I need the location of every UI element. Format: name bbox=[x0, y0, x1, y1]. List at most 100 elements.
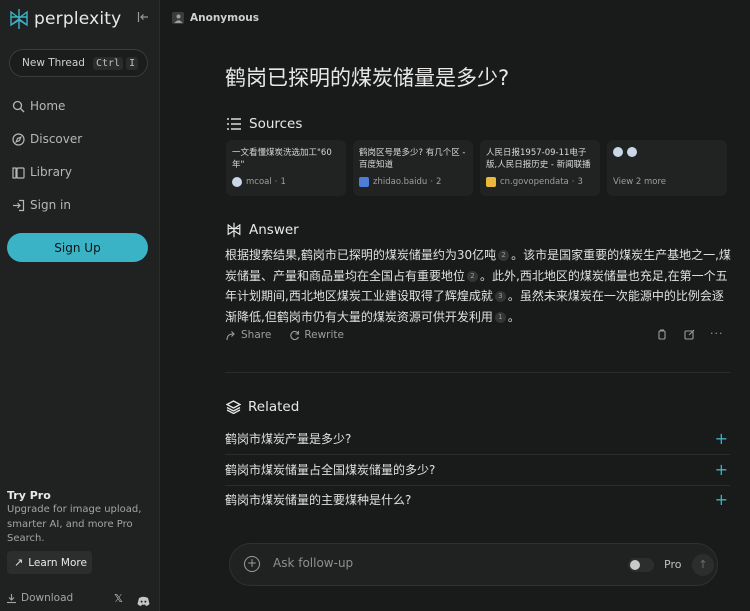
logo[interactable]: perplexity bbox=[9, 8, 121, 30]
send-button[interactable]: ↑ bbox=[692, 554, 714, 576]
source-index: 3 bbox=[577, 177, 583, 187]
favicon-icon bbox=[627, 147, 637, 157]
view-more-label: View 2 more bbox=[613, 177, 667, 187]
related-heading-label: Related bbox=[248, 399, 300, 415]
shortcut-key-ctrl: Ctrl bbox=[92, 56, 124, 70]
compass-icon bbox=[12, 132, 25, 146]
edit-icon[interactable] bbox=[684, 329, 695, 343]
sidebar-item-label: Library bbox=[30, 165, 72, 179]
source-card[interactable]: 人民日报1957-09-11电子版,人民日报历史 - 新闻联播 cn.govop… bbox=[480, 140, 600, 196]
favicon-icon bbox=[359, 177, 369, 187]
sidebar-item-home[interactable]: Home bbox=[12, 99, 65, 113]
answer-segment: 。 bbox=[507, 309, 520, 324]
answer-heading: Answer bbox=[226, 222, 299, 238]
rewrite-button[interactable]: Rewrite bbox=[289, 329, 344, 341]
pro-toggle[interactable] bbox=[628, 558, 654, 572]
pro-label: Pro bbox=[664, 558, 682, 571]
source-footer: zhidao.baidu · 2 bbox=[359, 177, 441, 187]
try-pro-description: Upgrade for image upload, smarter AI, an… bbox=[7, 504, 142, 544]
thread-title: 鹤岗已探明的煤炭储量是多少? bbox=[225, 66, 510, 90]
source-footer: cn.govopendata · 3 bbox=[486, 177, 583, 187]
sidebar-item-sign-in[interactable]: Sign in bbox=[12, 198, 71, 212]
source-index: 1 bbox=[280, 177, 286, 187]
user-badge[interactable]: Anonymous bbox=[172, 12, 259, 24]
sidebar-item-discover[interactable]: Discover bbox=[12, 132, 82, 146]
x-twitter-icon[interactable]: 𝕏 bbox=[114, 592, 123, 605]
related-question[interactable]: 鹤岗市煤炭储量的主要煤种是什么? + bbox=[225, 484, 730, 514]
source-title: 鹤岗区号是多少? 有几个区 - 百度知道 bbox=[359, 148, 466, 170]
user-icon bbox=[172, 12, 184, 24]
sign-in-icon bbox=[13, 199, 25, 211]
more-options-icon[interactable]: ··· bbox=[710, 327, 724, 340]
sources-heading-label: Sources bbox=[249, 116, 303, 132]
share-icon bbox=[226, 330, 235, 340]
source-card[interactable]: 一文看懂煤炭洗选加工"60年" mcoal · 1 bbox=[226, 140, 346, 196]
download-label: Download bbox=[21, 592, 74, 604]
arrow-up-icon: ↑ bbox=[698, 558, 708, 571]
plus-icon: + bbox=[714, 489, 728, 509]
sidebar-item-label: Sign in bbox=[30, 198, 71, 212]
related-question[interactable]: 鹤岗市煤炭产量是多少? + bbox=[225, 423, 730, 453]
separator-dot: · bbox=[571, 177, 575, 187]
search-icon bbox=[12, 100, 25, 112]
follow-up-bar: + Pro ↑ bbox=[229, 543, 718, 586]
sidebar-item-label: Discover bbox=[30, 132, 83, 146]
source-title: 一文看懂煤炭洗选加工"60年" bbox=[232, 148, 332, 170]
logo-text: perplexity bbox=[34, 9, 122, 29]
rewrite-label: Rewrite bbox=[304, 329, 344, 341]
sidebar-item-library[interactable]: Library bbox=[12, 165, 72, 179]
copy-icon[interactable] bbox=[657, 329, 667, 343]
plus-icon: + bbox=[714, 428, 728, 448]
citation-badge[interactable]: 1 bbox=[494, 311, 506, 323]
separator-dot: · bbox=[430, 177, 434, 187]
source-site: cn.govopendata bbox=[500, 177, 569, 187]
rewrite-icon bbox=[290, 330, 300, 340]
main-content: Anonymous 鹤岗已探明的煤炭储量是多少? Sources 一文看懂煤炭洗… bbox=[160, 0, 750, 611]
citation-badge[interactable]: 2 bbox=[498, 250, 510, 261]
share-label: Share bbox=[241, 329, 272, 341]
new-thread-label: New Thread bbox=[22, 57, 85, 69]
citation-badge[interactable]: 2 bbox=[467, 270, 479, 282]
arrow-up-right-icon: ↗ bbox=[14, 556, 24, 569]
divider bbox=[225, 372, 730, 373]
share-button[interactable]: Share bbox=[226, 329, 271, 341]
source-title: 人民日报1957-09-11电子版,人民日报历史 - 新闻联播 bbox=[486, 148, 591, 170]
answer-text: 根据搜索结果,鹤岗市已探明的煤炭储量约为30亿吨 2 。该市是国家重要的煤炭生产基地… bbox=[225, 245, 733, 327]
view-more-sources-card[interactable]: View 2 more bbox=[607, 140, 727, 196]
sign-up-button[interactable]: Sign Up bbox=[7, 233, 148, 262]
related-question-text: 鹤岗市煤炭储量的主要煤种是什么? bbox=[225, 492, 412, 507]
source-index: 2 bbox=[436, 177, 442, 187]
source-footer: mcoal · 1 bbox=[232, 177, 286, 187]
discord-icon[interactable] bbox=[137, 592, 150, 611]
source-site: mcoal bbox=[246, 177, 272, 187]
shortcut-key-i: I bbox=[126, 56, 139, 70]
try-pro-title: Try Pro bbox=[7, 489, 51, 502]
toggle-knob bbox=[630, 560, 640, 570]
user-label: Anonymous bbox=[190, 12, 260, 24]
attach-plus-icon[interactable]: + bbox=[244, 556, 260, 572]
favicon-icon bbox=[486, 177, 496, 187]
source-card[interactable]: 鹤岗区号是多少? 有几个区 - 百度知道 zhidao.baidu · 2 bbox=[353, 140, 473, 196]
follow-up-input[interactable] bbox=[273, 556, 573, 570]
collapse-sidebar-icon[interactable] bbox=[137, 11, 151, 25]
sources-icon bbox=[227, 118, 241, 130]
download-icon bbox=[7, 593, 16, 603]
source-site: zhidao.baidu bbox=[373, 177, 428, 187]
favicon-icon bbox=[232, 177, 242, 187]
layers-icon bbox=[226, 400, 241, 414]
related-question-text: 鹤岗市煤炭储量占全国煤炭储量的多少? bbox=[225, 462, 436, 477]
answer-actions: Share Rewrite bbox=[226, 329, 362, 341]
citation-badge[interactable]: 3 bbox=[494, 291, 506, 302]
learn-more-button[interactable]: ↗ Learn More bbox=[7, 551, 92, 574]
sources-heading: Sources bbox=[226, 116, 302, 132]
related-question[interactable]: 鹤岗市煤炭储量占全国煤炭储量的多少? + bbox=[225, 454, 730, 484]
related-heading: Related bbox=[226, 399, 299, 415]
favicon-group bbox=[613, 147, 721, 157]
learn-more-label: Learn More bbox=[28, 556, 87, 569]
separator-dot: · bbox=[274, 177, 278, 187]
favicon-icon bbox=[613, 147, 623, 157]
download-link[interactable]: Download bbox=[6, 592, 73, 604]
new-thread-button[interactable]: New Thread Ctrl I bbox=[9, 49, 148, 77]
perplexity-logo-icon bbox=[10, 9, 28, 29]
plus-icon: + bbox=[714, 459, 728, 479]
